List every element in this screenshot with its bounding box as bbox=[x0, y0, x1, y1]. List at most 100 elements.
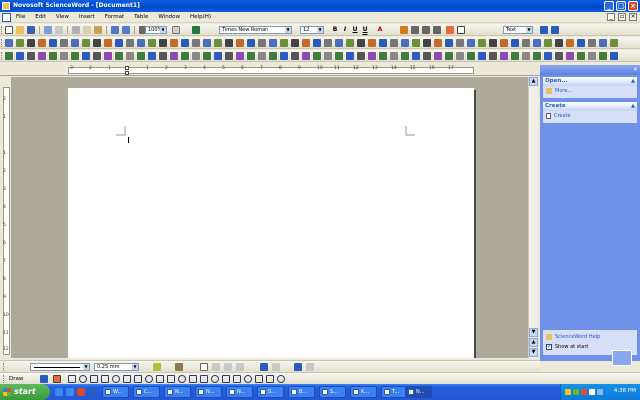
draw-shape-icon[interactable] bbox=[211, 375, 219, 383]
layout-icon[interactable] bbox=[272, 363, 280, 371]
math-symbol-icon[interactable] bbox=[522, 52, 530, 60]
menu-file[interactable]: File bbox=[16, 14, 25, 20]
math-symbol-icon[interactable] bbox=[115, 39, 123, 47]
math-symbol-icon[interactable] bbox=[280, 39, 288, 47]
math-symbol-icon[interactable] bbox=[71, 52, 79, 60]
align-right-icon[interactable] bbox=[422, 26, 430, 34]
math-symbol-icon[interactable] bbox=[137, 39, 145, 47]
math-symbol-icon[interactable] bbox=[511, 39, 519, 47]
new-icon[interactable] bbox=[5, 26, 13, 34]
first-indent-marker[interactable] bbox=[125, 66, 129, 70]
left-indent-marker[interactable] bbox=[125, 71, 129, 75]
math-symbol-icon[interactable] bbox=[93, 39, 101, 47]
align-center-icon[interactable] bbox=[411, 26, 419, 34]
quicklaunch-media-icon[interactable] bbox=[77, 388, 85, 396]
math-symbol-icon[interactable] bbox=[269, 52, 277, 60]
math-symbol-icon[interactable] bbox=[434, 39, 442, 47]
math-symbol-icon[interactable] bbox=[258, 52, 266, 60]
menu-help[interactable]: Help(H) bbox=[190, 14, 211, 20]
draw-shape-icon[interactable] bbox=[101, 375, 109, 383]
math-symbol-icon[interactable] bbox=[313, 52, 321, 60]
math-symbol-icon[interactable] bbox=[489, 52, 497, 60]
frame-icon[interactable] bbox=[224, 363, 232, 371]
scroll-down-button[interactable]: ▼ bbox=[529, 328, 538, 337]
layout-icon[interactable] bbox=[260, 363, 268, 371]
draw-shape-icon[interactable] bbox=[233, 375, 241, 383]
math-symbol-icon[interactable] bbox=[203, 39, 211, 47]
math-symbol-icon[interactable] bbox=[478, 52, 486, 60]
task-button-1[interactable]: W... bbox=[102, 386, 129, 398]
task-button-9[interactable]: K... bbox=[350, 386, 377, 398]
prev-page-button[interactable]: ▲ bbox=[529, 338, 538, 347]
task-pane-toggle-button[interactable] bbox=[612, 350, 632, 366]
task-button-7[interactable]: B... bbox=[288, 386, 315, 398]
math-symbol-icon[interactable] bbox=[137, 52, 145, 60]
math-symbol-icon[interactable] bbox=[170, 52, 178, 60]
math-symbol-icon[interactable] bbox=[148, 39, 156, 47]
style-icon[interactable] bbox=[446, 26, 454, 34]
redo-icon[interactable] bbox=[122, 26, 130, 34]
math-symbol-icon[interactable] bbox=[148, 52, 156, 60]
draw-shape-icon[interactable] bbox=[277, 375, 285, 383]
math-symbol-icon[interactable] bbox=[82, 39, 90, 47]
create-link[interactable]: Create bbox=[554, 113, 571, 119]
math-symbol-icon[interactable] bbox=[104, 39, 112, 47]
math-symbol-icon[interactable] bbox=[159, 39, 167, 47]
style-select[interactable]: Text ▼ bbox=[503, 26, 533, 34]
math-symbol-icon[interactable] bbox=[412, 39, 420, 47]
math-symbol-icon[interactable] bbox=[566, 52, 574, 60]
math-symbol-icon[interactable] bbox=[588, 39, 596, 47]
math-symbol-icon[interactable] bbox=[489, 39, 497, 47]
arrow-right-icon[interactable] bbox=[540, 26, 548, 34]
toolbar-grip[interactable] bbox=[1, 26, 3, 34]
chevron-up-icon[interactable]: ▲ bbox=[631, 102, 635, 111]
save-icon[interactable] bbox=[27, 26, 35, 34]
help-link[interactable]: ScienceWord Help bbox=[555, 334, 600, 340]
math-symbol-icon[interactable] bbox=[401, 52, 409, 60]
math-symbol-icon[interactable] bbox=[236, 39, 244, 47]
math-symbol-icon[interactable] bbox=[302, 52, 310, 60]
draw-shape-icon[interactable] bbox=[156, 375, 164, 383]
math-symbol-icon[interactable] bbox=[445, 52, 453, 60]
math-symbol-icon[interactable] bbox=[313, 39, 321, 47]
draw-shape-icon[interactable] bbox=[134, 375, 142, 383]
line-width-select[interactable]: 0.25 mm ▼ bbox=[94, 363, 139, 371]
math-symbol-icon[interactable] bbox=[16, 39, 24, 47]
doc-minimize-button[interactable]: _ bbox=[607, 13, 615, 21]
show-at-start-checkbox[interactable]: ✓ bbox=[546, 344, 552, 350]
math-symbol-icon[interactable] bbox=[258, 39, 266, 47]
task-button-10[interactable]: T... bbox=[381, 386, 408, 398]
math-symbol-icon[interactable] bbox=[533, 52, 541, 60]
tray-icon[interactable] bbox=[565, 389, 571, 395]
math-symbol-icon[interactable] bbox=[434, 52, 442, 60]
math-symbol-icon[interactable] bbox=[38, 52, 46, 60]
doc-close-button[interactable]: × bbox=[629, 13, 637, 21]
math-symbol-icon[interactable] bbox=[60, 39, 68, 47]
math-symbol-icon[interactable] bbox=[599, 52, 607, 60]
vertical-scrollbar[interactable]: ▲ ▼ ▲ ▼ bbox=[528, 77, 538, 358]
paste-icon[interactable] bbox=[94, 26, 102, 34]
formula-icon[interactable] bbox=[457, 26, 465, 34]
math-symbol-icon[interactable] bbox=[126, 39, 134, 47]
math-symbol-icon[interactable] bbox=[181, 52, 189, 60]
italic-button[interactable]: I bbox=[341, 26, 349, 34]
create-group-title[interactable]: Create ▲ bbox=[543, 102, 637, 111]
zoom-select[interactable]: 100% ▼ bbox=[145, 26, 167, 34]
draw-shape-icon[interactable] bbox=[145, 375, 153, 383]
math-symbol-icon[interactable] bbox=[71, 39, 79, 47]
draw-shape-icon[interactable] bbox=[255, 375, 263, 383]
math-symbol-icon[interactable] bbox=[38, 39, 46, 47]
help-icon[interactable] bbox=[192, 26, 200, 34]
math-symbol-icon[interactable] bbox=[291, 52, 299, 60]
math-symbol-icon[interactable] bbox=[104, 52, 112, 60]
doc-restore-button[interactable]: ▫ bbox=[618, 13, 626, 21]
frame-icon[interactable] bbox=[212, 363, 220, 371]
math-symbol-icon[interactable] bbox=[390, 52, 398, 60]
app-icon[interactable] bbox=[2, 2, 10, 10]
draw-shape-icon[interactable] bbox=[178, 375, 186, 383]
start-button[interactable]: start bbox=[0, 384, 50, 400]
math-symbol-icon[interactable] bbox=[214, 52, 222, 60]
math-symbol-icon[interactable] bbox=[544, 52, 552, 60]
math-symbol-icon[interactable] bbox=[126, 52, 134, 60]
math-symbol-icon[interactable] bbox=[368, 39, 376, 47]
